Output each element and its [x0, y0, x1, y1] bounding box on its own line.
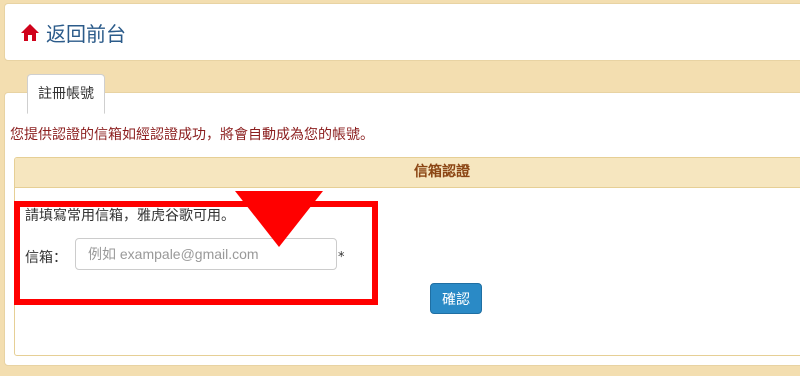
home-icon [21, 23, 39, 41]
email-hint: 請填寫常用信箱，雅虎谷歌可用。 [25, 208, 235, 224]
back-to-frontend-link[interactable]: 返回前台 [20, 18, 126, 47]
confirm-button[interactable]: 確認 [430, 283, 482, 314]
notice-text: 您提供認證的信箱如經認證成功，將會自動成為您的帳號。 [10, 127, 374, 143]
required-mark: * [338, 250, 345, 265]
back-to-frontend-label: 返回前台 [46, 22, 126, 46]
email-input[interactable] [75, 238, 337, 270]
email-label: 信箱： [25, 250, 67, 266]
section-header: 信箱認證 [15, 158, 800, 188]
tab-register-account[interactable]: 註冊帳號 [27, 74, 105, 114]
top-bar: 返回前台 [4, 3, 800, 61]
